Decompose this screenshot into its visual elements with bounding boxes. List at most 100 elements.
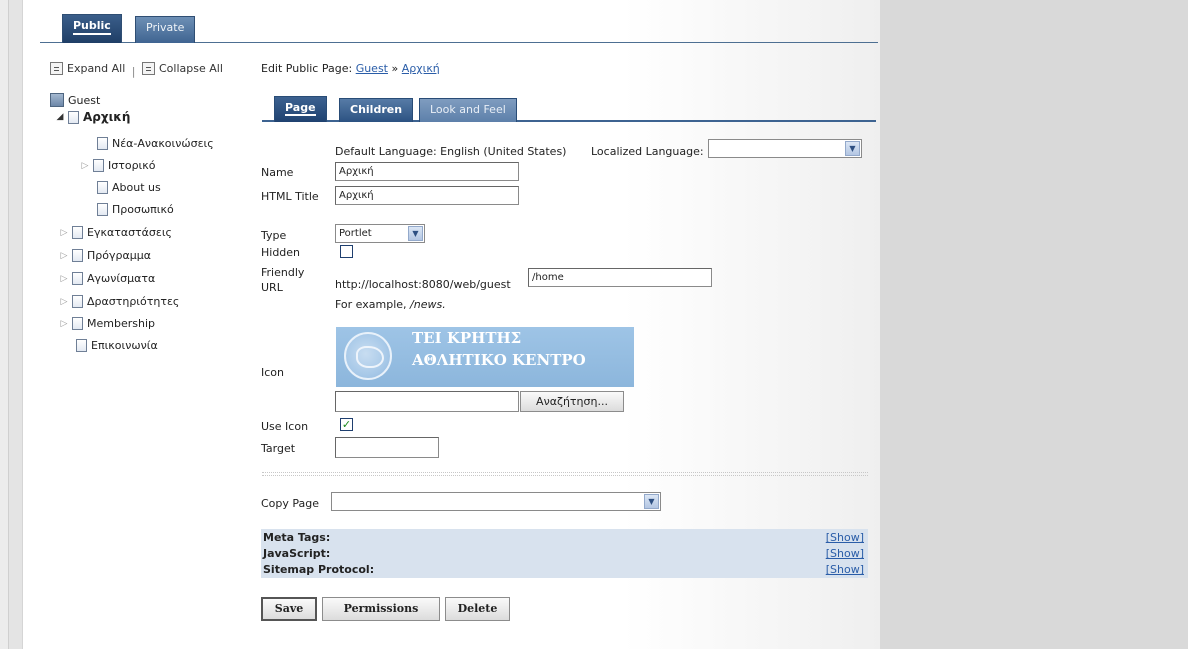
hidden-checkbox[interactable]	[340, 245, 353, 258]
use-icon-checkbox[interactable]: ✓	[340, 418, 353, 431]
default-language-text: Default Language: English (United States…	[335, 145, 567, 158]
page-icon	[72, 317, 83, 330]
tree-item-label: About us	[112, 181, 161, 194]
tree-item-label: Αρχική	[83, 110, 131, 124]
breadcrumb-guest-link[interactable]: Guest	[356, 62, 388, 75]
page-icon	[76, 339, 87, 352]
sitemap-row: Sitemap Protocol: [Show]	[261, 563, 868, 576]
tree-item-home[interactable]: ◢ Αρχική	[56, 110, 131, 124]
page-icon	[68, 110, 79, 124]
tree-item-staff[interactable]: Προσωπικό	[97, 203, 174, 216]
tree-item-label: Ιστορικό	[108, 159, 156, 172]
collapse-arrow-icon[interactable]: ◢	[56, 112, 64, 122]
permissions-button[interactable]: Permissions	[322, 597, 440, 621]
meta-tags-show-link[interactable]: [Show]	[826, 531, 864, 544]
type-select[interactable]: Portlet ▼	[335, 224, 425, 243]
copy-page-select[interactable]: ▼	[331, 492, 661, 511]
advanced-settings-panel: Meta Tags: [Show] JavaScript: [Show] Sit…	[261, 529, 868, 578]
friendly-url-label-line1: Friendly	[261, 266, 305, 279]
hidden-label: Hidden	[261, 246, 301, 259]
tree-item-about[interactable]: About us	[97, 181, 161, 194]
javascript-show-link[interactable]: [Show]	[826, 547, 864, 560]
tree-item-label: Προσωπικό	[112, 203, 174, 216]
page-icon	[93, 159, 104, 172]
tab-private[interactable]: Private	[135, 16, 196, 43]
visibility-tabs: Public Private	[40, 12, 878, 43]
breadcrumb-separator: »	[391, 62, 399, 75]
expand-arrow-icon[interactable]: ▷	[81, 161, 89, 171]
sitemap-show-link[interactable]: [Show]	[826, 563, 864, 576]
browse-button[interactable]: Αναζήτηση...	[520, 391, 624, 412]
section-divider	[262, 472, 868, 476]
tree-root-label: Guest	[68, 93, 101, 107]
target-input[interactable]	[335, 437, 439, 458]
page-icon	[72, 249, 83, 262]
example-value: /news.	[410, 298, 446, 311]
breadcrumb: Edit Public Page: Guest » Αρχική	[261, 62, 440, 75]
dropdown-arrow-icon: ▼	[845, 141, 860, 156]
tree-item-facilities[interactable]: ▷ Εγκαταστάσεις	[60, 226, 172, 239]
tree-item-label: Πρόγραμμα	[87, 249, 151, 262]
house-icon	[50, 93, 64, 107]
logo-line2: ΑΘΛΗΤΙΚΟ ΚΕΝΤΡΟ	[412, 351, 586, 369]
expand-arrow-icon[interactable]: ▷	[60, 319, 68, 329]
page-icon	[72, 295, 83, 308]
html-title-input[interactable]: Αρχική	[335, 186, 519, 205]
meta-tags-label: Meta Tags:	[263, 531, 331, 544]
collapse-all-button[interactable]: Collapse All	[142, 62, 223, 75]
tree-toolbar: Expand All | Collapse All	[50, 62, 223, 78]
expand-arrow-icon[interactable]: ▷	[60, 297, 68, 307]
html-title-label: HTML Title	[261, 190, 319, 203]
tab-page[interactable]: Page	[274, 96, 327, 122]
right-gray-area	[880, 0, 1188, 649]
example-text: For example,	[335, 298, 407, 311]
page-icon	[97, 137, 108, 150]
expand-arrow-icon[interactable]: ▷	[60, 274, 68, 284]
expand-all-button[interactable]: Expand All	[50, 62, 125, 75]
javascript-row: JavaScript: [Show]	[261, 547, 868, 560]
type-select-value: Portlet	[339, 228, 372, 239]
left-frame	[0, 0, 9, 649]
breadcrumb-current-link[interactable]: Αρχική	[402, 62, 440, 75]
expand-all-icon	[50, 62, 63, 75]
tree-item-sports[interactable]: ▷ Αγωνίσματα	[60, 272, 155, 285]
tree-item-label: Νέα-Ανακοινώσεις	[112, 137, 214, 150]
javascript-label: JavaScript:	[263, 547, 331, 560]
tab-public[interactable]: Public	[62, 14, 122, 43]
tree-item-history[interactable]: ▷ Ιστορικό	[81, 159, 156, 172]
expand-arrow-icon[interactable]: ▷	[60, 228, 68, 238]
tree-item-label: Εγκαταστάσεις	[87, 226, 173, 239]
tree-item-label: Αγωνίσματα	[87, 272, 156, 285]
friendly-url-input[interactable]: /home	[528, 268, 712, 287]
page-edit-tabs: Page Children Look and Feel	[262, 92, 876, 122]
tree-root-guest[interactable]: Guest	[50, 93, 100, 107]
tree-item-label: Δραστηριότητες	[87, 295, 180, 308]
name-label: Name	[261, 166, 294, 179]
copy-page-label: Copy Page	[261, 497, 320, 510]
tree-item-news[interactable]: Νέα-Ανακοινώσεις	[97, 137, 214, 150]
sitemap-protocol-label: Sitemap Protocol:	[263, 563, 375, 576]
dropdown-arrow-icon: ▼	[644, 494, 659, 509]
name-input[interactable]: Αρχική	[335, 162, 519, 181]
icon-file-input[interactable]	[335, 391, 519, 412]
tree-item-schedule[interactable]: ▷ Πρόγραμμα	[60, 249, 151, 262]
save-button[interactable]: Save	[261, 597, 317, 621]
collapse-all-icon	[142, 62, 155, 75]
tab-children[interactable]: Children	[339, 98, 414, 122]
page-icon	[97, 203, 108, 216]
tree-item-contact[interactable]: Επικοινωνία	[76, 339, 158, 352]
localized-language-select[interactable]: ▼	[708, 139, 862, 158]
tree-item-activities[interactable]: ▷ Δραστηριότητες	[60, 295, 179, 308]
tab-look-and-feel[interactable]: Look and Feel	[419, 98, 517, 122]
tree-item-label: Επικοινωνία	[91, 339, 158, 352]
delete-button[interactable]: Delete	[445, 597, 510, 621]
logo-line1: ΤΕΙ ΚΡΗΤΗΣ	[412, 329, 522, 347]
expand-arrow-icon[interactable]: ▷	[60, 251, 68, 261]
use-icon-label: Use Icon	[261, 420, 309, 433]
page-icon	[72, 272, 83, 285]
toolbar-separator: |	[131, 65, 136, 78]
tree-item-label: Membership	[87, 317, 155, 330]
tree-item-membership[interactable]: ▷ Membership	[60, 317, 155, 330]
friendly-url-label-line2: URL	[261, 281, 283, 294]
expand-all-label: Expand All	[67, 62, 126, 75]
